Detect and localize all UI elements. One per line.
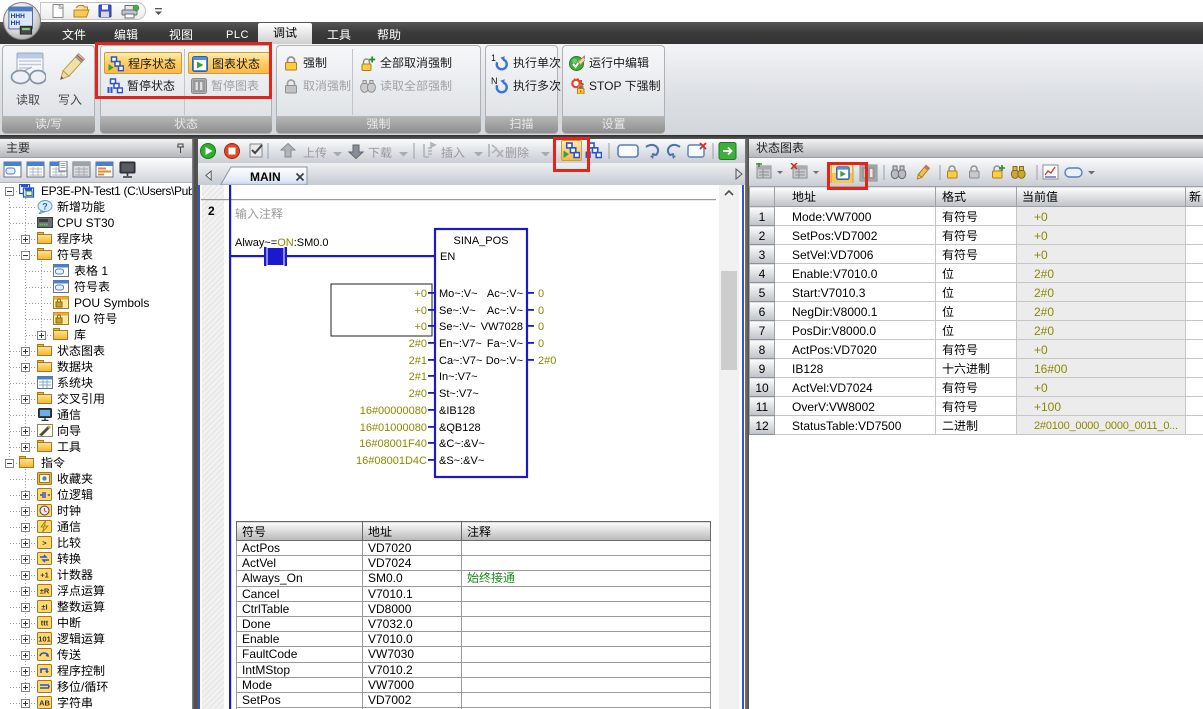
svg-text:>: > [42, 539, 47, 548]
svg-text:Se~:V~: Se~:V~ [439, 318, 476, 334]
svg-text:Fa~:V~: Fa~:V~ [487, 335, 523, 351]
svg-text:AB: AB [39, 699, 50, 708]
svg-text:±I: ±I [41, 603, 47, 612]
svg-text:1: 1 [491, 54, 496, 63]
svg-text:16#08001D4C: 16#08001D4C [356, 452, 427, 468]
svg-text:101: 101 [38, 635, 51, 644]
svg-text:0: 0 [538, 318, 544, 334]
svg-text:16#01000080: 16#01000080 [360, 419, 427, 435]
svg-text:Se~:V~: Se~:V~ [439, 302, 476, 318]
svg-text:Ac~:V~: Ac~:V~ [487, 285, 523, 301]
svg-text:Ca~:V7~: Ca~:V7~ [439, 352, 482, 368]
svg-text:&QB128: &QB128 [439, 419, 481, 435]
svg-text:Ac~:V~: Ac~:V~ [487, 302, 523, 318]
svg-text:2#0: 2#0 [538, 352, 556, 368]
svg-text:In~:V7~: In~:V7~ [439, 368, 478, 384]
svg-text:N: N [491, 77, 498, 86]
svg-text:2#0: 2#0 [409, 385, 427, 401]
svg-text:SINA_POS: SINA_POS [453, 232, 508, 248]
svg-text:+0: +0 [414, 285, 427, 301]
svg-text:?: ? [42, 200, 48, 213]
svg-text:0: 0 [538, 285, 544, 301]
svg-text:0: 0 [538, 302, 544, 318]
svg-text:+0: +0 [414, 302, 427, 318]
svg-text:Mo~:V~: Mo~:V~ [439, 285, 478, 301]
svg-text:2: 2 [208, 202, 215, 219]
svg-text:Alway~=ON:SM0.0: Alway~=ON:SM0.0 [235, 234, 329, 250]
svg-text:2#0: 2#0 [409, 335, 427, 351]
svg-text:En~:V7~: En~:V7~ [439, 335, 482, 351]
svg-text:&S~:&V~: &S~:&V~ [439, 452, 484, 468]
svg-text:±R: ±R [40, 587, 50, 596]
svg-text:16#08001F40: 16#08001F40 [359, 435, 427, 451]
svg-text:EN: EN [440, 248, 455, 264]
svg-text:2#1: 2#1 [409, 352, 427, 368]
svg-text:+0: +0 [414, 318, 427, 334]
svg-text:&C~:&V~: &C~:&V~ [439, 435, 485, 451]
svg-text:0: 0 [538, 335, 544, 351]
svg-text:16#00000080: 16#00000080 [360, 402, 427, 418]
svg-text:2#1: 2#1 [409, 368, 427, 384]
svg-text:Do~:V~: Do~:V~ [486, 352, 523, 368]
svg-text:VW7028: VW7028 [481, 318, 523, 334]
svg-text:HH: HH [11, 17, 21, 27]
svg-text:输入注释: 输入注释 [235, 205, 283, 222]
svg-text:ttt: ttt [41, 619, 49, 628]
svg-text:St~:V7~: St~:V7~ [439, 385, 479, 401]
svg-text:+1: +1 [40, 571, 49, 580]
svg-text:&IB128: &IB128 [439, 402, 475, 418]
